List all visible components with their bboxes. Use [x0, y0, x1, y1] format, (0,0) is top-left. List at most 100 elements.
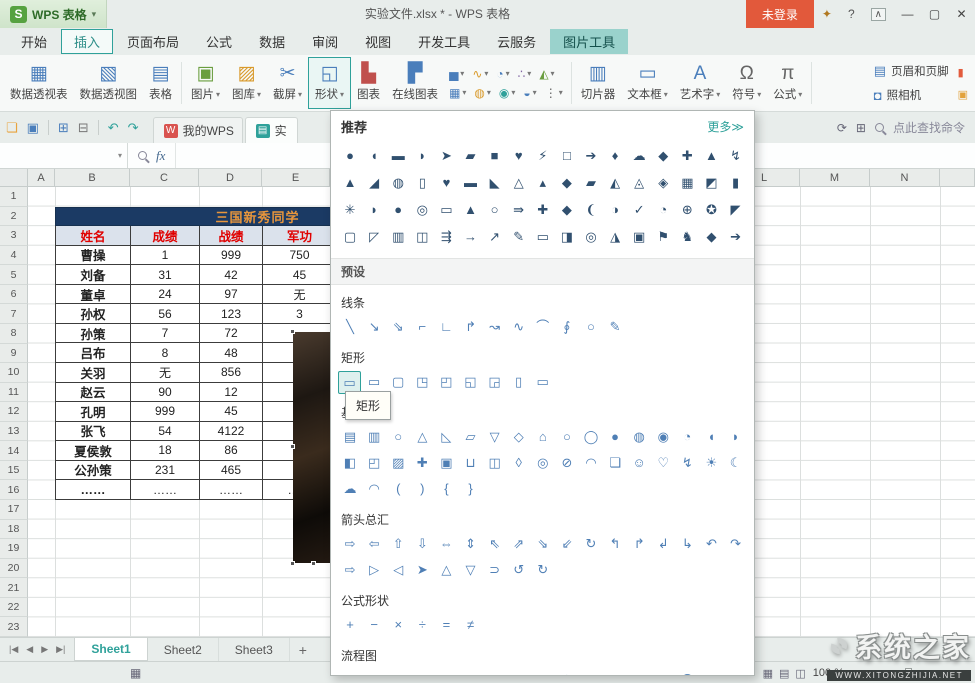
shape-icon[interactable]: ⌂	[531, 426, 555, 448]
shape-icon[interactable]: =	[434, 614, 458, 636]
shape-icon[interactable]: ▱	[458, 426, 482, 448]
shape-icon[interactable]: ○	[386, 426, 410, 448]
selection-handle[interactable]	[290, 329, 295, 334]
shape-icon[interactable]: )	[410, 478, 434, 500]
shape-icon[interactable]: ☾	[724, 452, 748, 474]
table-cell[interactable]: 90	[130, 383, 199, 403]
shape-icon[interactable]: ▭	[531, 226, 555, 248]
ribbon-button-照相机[interactable]: ◘照相机	[874, 87, 949, 103]
redo-icon[interactable]: ↷	[128, 120, 139, 136]
table-cell[interactable]: 31	[130, 265, 199, 285]
table-cell[interactable]: 曹操	[55, 246, 130, 266]
shape-icon[interactable]: ▽	[458, 559, 482, 581]
chart-type-button[interactable]: ▅▾	[449, 67, 464, 81]
shape-icon[interactable]: ↱	[627, 533, 651, 555]
shape-icon[interactable]: ⇕	[458, 533, 482, 555]
shape-icon[interactable]: ◑	[603, 199, 627, 221]
shape-icon[interactable]: ∿	[507, 316, 531, 338]
shape-icon[interactable]: ◣	[483, 172, 507, 194]
shape-icon[interactable]: ∟	[434, 316, 458, 338]
ribbon-button-数据透视表[interactable]: ▦数据透视表	[4, 57, 74, 109]
shape-icon[interactable]: ◎	[410, 199, 434, 221]
shape-icon[interactable]: ▥	[362, 426, 386, 448]
menu-tab-图片工具[interactable]: 图片工具	[550, 29, 628, 54]
table-cell[interactable]: 1	[130, 246, 199, 266]
table-cell[interactable]: 54	[130, 422, 199, 442]
table-cell[interactable]: 8	[130, 343, 199, 363]
login-button[interactable]: 未登录	[746, 0, 814, 28]
shape-icon[interactable]: ▴	[531, 172, 555, 194]
table-cell[interactable]: 公孙策	[55, 461, 130, 481]
table-cell[interactable]: 孙策	[55, 324, 130, 344]
grid-view-icon[interactable]: ▦	[130, 666, 141, 680]
shape-icon[interactable]: ◍	[627, 426, 651, 448]
shape-icon[interactable]: }	[458, 478, 482, 500]
table-cell[interactable]: 42	[199, 265, 262, 285]
shape-icon[interactable]: ▱	[362, 669, 386, 676]
shape-icon[interactable]: ↝	[483, 316, 507, 338]
shape-icon[interactable]: ◔	[675, 426, 699, 448]
shape-icon[interactable]: ▷	[362, 559, 386, 581]
shape-icon[interactable]: ▭	[362, 371, 386, 393]
shape-icon[interactable]: ↳	[675, 533, 699, 555]
shape-icon[interactable]: ◖	[699, 426, 723, 448]
shape-icon[interactable]: ↯	[675, 452, 699, 474]
shape-icon[interactable]: ◔	[651, 199, 675, 221]
table-cell[interactable]: 999	[199, 246, 262, 266]
shape-icon[interactable]: ◫	[410, 226, 434, 248]
shape-icon[interactable]: ✚	[410, 452, 434, 474]
menu-tab-视图[interactable]: 视图	[352, 29, 404, 54]
row-header-3[interactable]: 3	[0, 226, 28, 246]
sheet-nav-icon[interactable]: ▶	[41, 644, 48, 655]
shape-icon[interactable]: ◠	[579, 452, 603, 474]
ribbon-button-切片器[interactable]: ▥切片器	[575, 57, 622, 109]
ribbon-button-形状[interactable]: ◱形状▾	[308, 57, 351, 109]
shape-icon[interactable]: ▭	[483, 669, 507, 676]
shape-icon[interactable]: ✳	[338, 199, 362, 221]
shape-icon[interactable]: ○	[458, 669, 482, 676]
table-cell[interactable]: 18	[130, 441, 199, 461]
shape-icon[interactable]: ◠	[362, 478, 386, 500]
ribbon-button-图库[interactable]: ▨图库▾	[226, 57, 267, 109]
magnifier-icon[interactable]	[138, 151, 147, 160]
table-cell[interactable]: 86	[199, 441, 262, 461]
shape-icon[interactable]: ↺	[507, 559, 531, 581]
menu-tab-审阅[interactable]: 审阅	[299, 29, 351, 54]
table-cell[interactable]: 465	[199, 461, 262, 481]
column-header-partial[interactable]	[940, 169, 975, 187]
shape-icon[interactable]: ♞	[675, 226, 699, 248]
shape-icon[interactable]: ÷	[410, 614, 434, 636]
shape-icon[interactable]: ↱	[458, 316, 482, 338]
row-header-13[interactable]: 13	[0, 422, 28, 442]
table-cell[interactable]: 夏侯敦	[55, 441, 130, 461]
shape-icon[interactable]: ▮	[724, 172, 748, 194]
shape-icon[interactable]: ◗	[724, 426, 748, 448]
ribbon-button-截屏[interactable]: ✂截屏▾	[267, 57, 308, 109]
shape-icon[interactable]: ↘	[362, 316, 386, 338]
layout-icon[interactable]: ⊞	[856, 121, 866, 135]
table-header-cell[interactable]: 战绩	[199, 226, 262, 246]
promotion-icon[interactable]: ✦	[822, 7, 832, 21]
shape-icon[interactable]: ○	[579, 669, 603, 676]
shape-icon[interactable]: ◢	[362, 172, 386, 194]
shape-icon[interactable]: ◉	[651, 426, 675, 448]
shape-icon[interactable]: ✎	[507, 226, 531, 248]
shape-icon[interactable]: ▯	[507, 371, 531, 393]
shape-icon[interactable]: ◫	[483, 452, 507, 474]
chart-type-button[interactable]: ◭▾	[539, 67, 554, 81]
table-cell[interactable]: 12	[199, 383, 262, 403]
table-cell[interactable]: ……	[130, 480, 199, 500]
shape-icon[interactable]: ▭	[603, 669, 627, 676]
sheet-nav-icon[interactable]: ◀	[26, 644, 33, 655]
shape-icon[interactable]: △	[410, 426, 434, 448]
shape-icon[interactable]: ➤	[410, 559, 434, 581]
column-header-M[interactable]: M	[800, 169, 870, 187]
shape-icon[interactable]: ▷	[651, 669, 675, 676]
shape-icon[interactable]: ♦	[603, 145, 627, 167]
shape-icon[interactable]: ◆	[555, 199, 579, 221]
chart-type-button[interactable]: ◒▾	[523, 86, 536, 100]
save-icon[interactable]: ▣	[27, 120, 39, 136]
column-header-C[interactable]: C	[130, 169, 199, 187]
shape-icon[interactable]: ◰	[362, 452, 386, 474]
table-cell[interactable]: 72	[199, 324, 262, 344]
